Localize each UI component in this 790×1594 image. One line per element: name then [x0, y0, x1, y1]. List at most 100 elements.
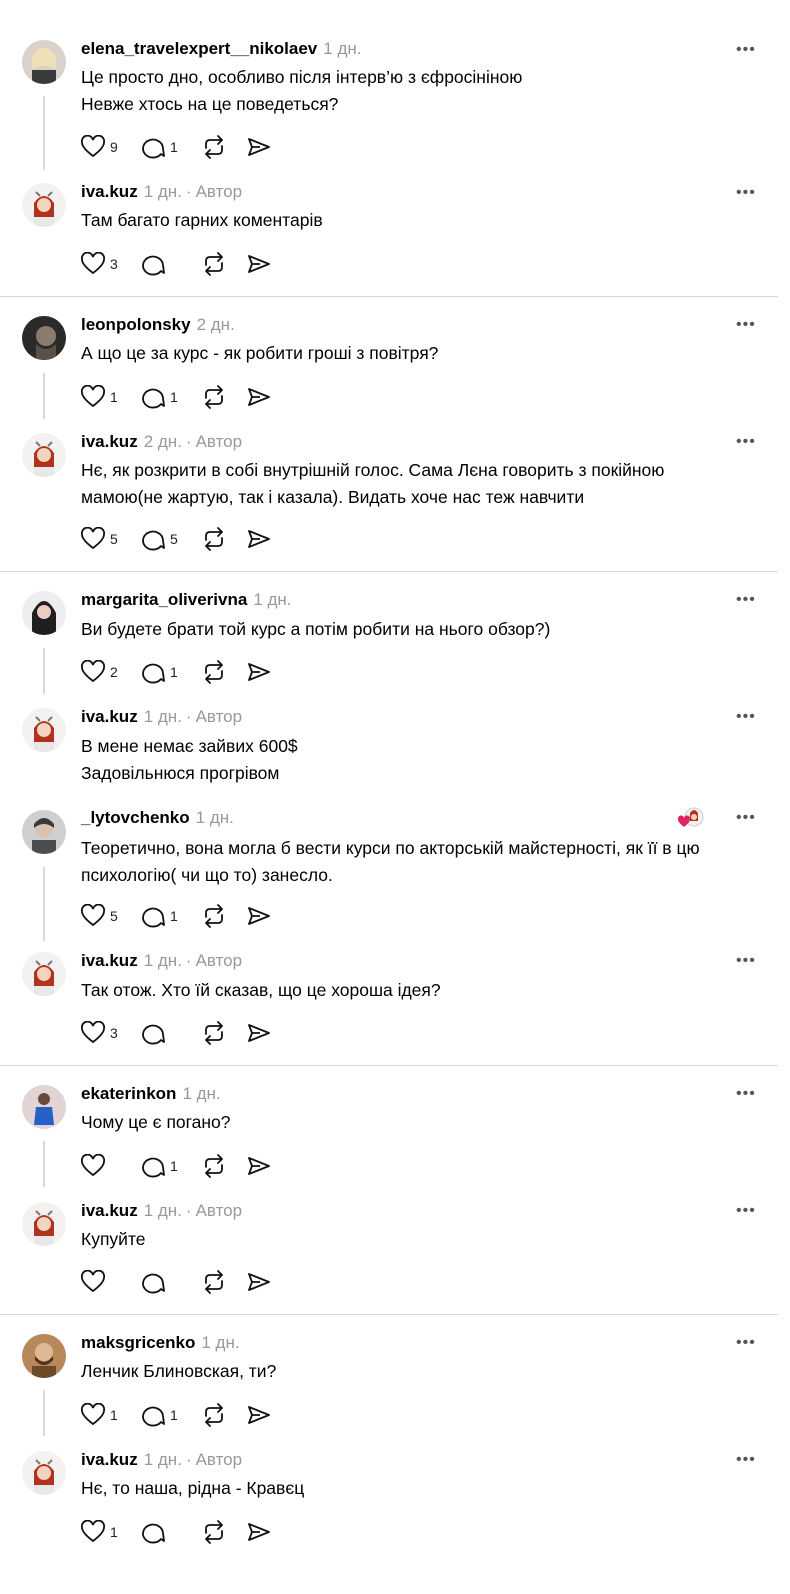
more-icon[interactable]: •••: [736, 1450, 762, 1470]
more-icon[interactable]: •••: [736, 1201, 762, 1221]
share-button[interactable]: [246, 1520, 272, 1544]
more-icon[interactable]: •••: [736, 951, 762, 971]
like-button[interactable]: [80, 1154, 122, 1178]
share-button[interactable]: [246, 385, 272, 409]
like-button[interactable]: 2: [80, 660, 122, 684]
avatar[interactable]: [22, 810, 66, 854]
share-button[interactable]: [246, 1021, 272, 1045]
reply-button[interactable]: [140, 1270, 182, 1294]
heart-icon: [81, 385, 105, 408]
like-button[interactable]: 3: [80, 1021, 122, 1045]
avatar[interactable]: [22, 708, 66, 752]
reply-button[interactable]: 1: [140, 385, 182, 409]
like-button[interactable]: [80, 1270, 122, 1294]
repost-button[interactable]: [200, 1403, 228, 1427]
like-button[interactable]: 1: [80, 385, 122, 409]
reply-button[interactable]: 1: [140, 904, 182, 928]
repost-button[interactable]: [200, 1270, 228, 1294]
repost-icon: [205, 1021, 223, 1045]
send-icon: [248, 1406, 270, 1424]
avatar[interactable]: [22, 1451, 66, 1495]
username[interactable]: iva.kuz 1 дн. · Автор: [81, 951, 242, 971]
timestamp: 2 дн.: [196, 315, 235, 334]
reply-button[interactable]: 1: [140, 1154, 182, 1178]
avatar[interactable]: [22, 1334, 66, 1378]
more-icon[interactable]: •••: [736, 707, 762, 727]
like-button[interactable]: 3: [80, 252, 122, 276]
reply-button[interactable]: [140, 252, 182, 276]
like-button[interactable]: 1: [80, 1403, 122, 1427]
repost-button[interactable]: [200, 135, 228, 159]
more-icon[interactable]: •••: [736, 808, 762, 828]
more-icon[interactable]: •••: [736, 432, 762, 452]
avatar[interactable]: [22, 183, 66, 227]
avatar[interactable]: [22, 1202, 66, 1246]
like-button[interactable]: 1: [80, 1520, 122, 1544]
repost-button[interactable]: [200, 660, 228, 684]
username[interactable]: elena_travelexpert__nikolaev 1 дн.: [81, 39, 361, 59]
share-button[interactable]: [246, 904, 272, 928]
username[interactable]: iva.kuz 1 дн. · Автор: [81, 182, 242, 202]
reply-button[interactable]: 1: [140, 1403, 182, 1427]
thread-divider: [0, 296, 778, 297]
avatar[interactable]: [22, 433, 66, 477]
send-icon: [248, 138, 270, 156]
comment-bubble-icon: [142, 530, 165, 551]
more-icon[interactable]: •••: [736, 590, 762, 610]
username[interactable]: iva.kuz 2 дн. · Автор: [81, 432, 242, 452]
avatar[interactable]: [22, 1085, 66, 1129]
comment-bubble-icon: [142, 138, 165, 159]
action-bar: [80, 1268, 290, 1296]
username[interactable]: iva.kuz 1 дн. · Автор: [81, 707, 242, 727]
like-count: 3: [110, 1025, 118, 1041]
like-button[interactable]: 5: [80, 527, 122, 551]
avatar[interactable]: [22, 40, 66, 84]
heart-icon: [81, 904, 105, 927]
more-icon[interactable]: •••: [736, 1084, 762, 1104]
repost-button[interactable]: [200, 1154, 228, 1178]
share-button[interactable]: [246, 1154, 272, 1178]
reply-button[interactable]: [140, 1520, 182, 1544]
like-button[interactable]: 5: [80, 904, 122, 928]
more-icon[interactable]: •••: [736, 40, 762, 60]
avatar[interactable]: [22, 952, 66, 996]
action-bar: 3: [80, 250, 290, 278]
share-button[interactable]: [246, 1403, 272, 1427]
repost-button[interactable]: [200, 527, 228, 551]
reply-button[interactable]: [140, 1021, 182, 1045]
username[interactable]: ekaterinkon 1 дн.: [81, 1084, 221, 1104]
reply-button[interactable]: 1: [140, 660, 182, 684]
share-button[interactable]: [246, 527, 272, 551]
repost-button[interactable]: [200, 385, 228, 409]
timestamp: 1 дн.: [253, 590, 292, 609]
more-icon[interactable]: •••: [736, 315, 762, 335]
author-liked-indicator: [677, 807, 705, 831]
reply-button[interactable]: 5: [140, 527, 182, 551]
username[interactable]: _lytovchenko 1 дн.: [81, 808, 234, 828]
timestamp: 1 дн.: [201, 1333, 240, 1352]
repost-button[interactable]: [200, 252, 228, 276]
share-button[interactable]: [246, 1270, 272, 1294]
share-button[interactable]: [246, 660, 272, 684]
username[interactable]: margarita_oliverivna 1 дн.: [81, 590, 292, 610]
heart-icon: [81, 527, 105, 550]
repost-button[interactable]: [200, 904, 228, 928]
repost-button[interactable]: [200, 1021, 228, 1045]
username[interactable]: leonpolonsky 2 дн.: [81, 315, 235, 335]
comment-text: Це просто дно, особливо після інтерв’ю з…: [81, 67, 523, 114]
avatar[interactable]: [22, 591, 66, 635]
like-count: 1: [110, 1407, 118, 1423]
username[interactable]: maksgricenko 1 дн.: [81, 1333, 240, 1353]
avatar[interactable]: [22, 316, 66, 360]
share-button[interactable]: [246, 252, 272, 276]
more-icon[interactable]: •••: [736, 183, 762, 203]
username[interactable]: iva.kuz 1 дн. · Автор: [81, 1201, 242, 1221]
comment-text: Чому це є погано?: [81, 1112, 231, 1132]
username[interactable]: iva.kuz 1 дн. · Автор: [81, 1450, 242, 1470]
repost-button[interactable]: [200, 1520, 228, 1544]
more-icon[interactable]: •••: [736, 1333, 762, 1353]
like-button[interactable]: 9: [80, 135, 122, 159]
share-button[interactable]: [246, 135, 272, 159]
reply-button[interactable]: 1: [140, 135, 182, 159]
author-badge: Автор: [195, 1201, 243, 1220]
